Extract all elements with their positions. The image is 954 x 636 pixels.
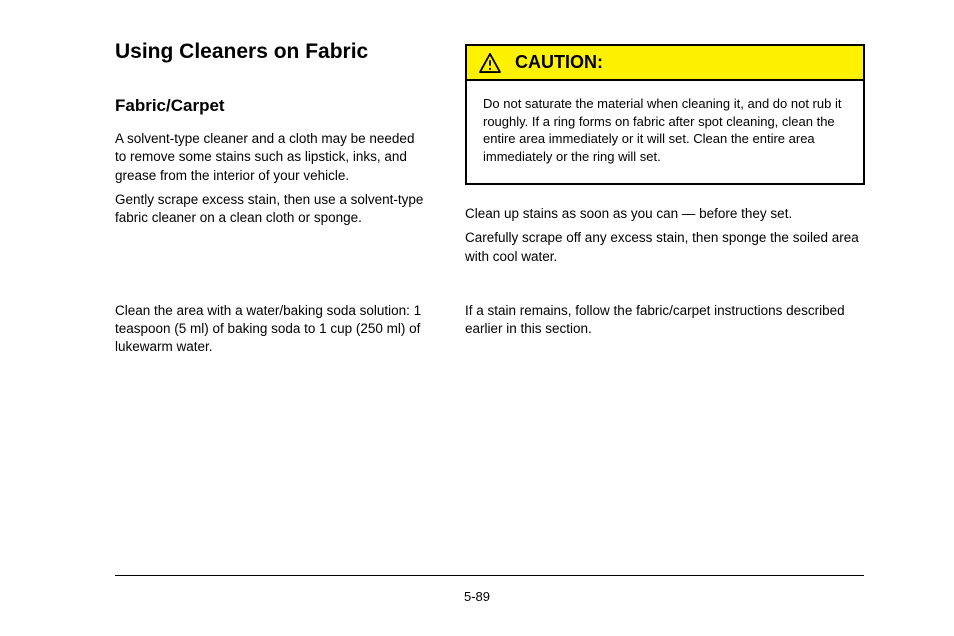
left-paragraph-2: Gently scrape excess stain, then use a s…	[115, 191, 425, 227]
subsection-heading: Fabric/Carpet	[115, 96, 425, 116]
right-column: CAUTION: Do not saturate the material wh…	[465, 40, 865, 272]
manual-page: Using Cleaners on Fabric Fabric/Carpet A…	[0, 0, 954, 357]
lower-columns: Clean the area with a water/baking soda …	[115, 302, 864, 357]
left-column: Using Cleaners on Fabric Fabric/Carpet A…	[115, 40, 425, 272]
footer-rule	[115, 575, 864, 576]
caution-text: Do not saturate the material when cleani…	[483, 95, 847, 165]
caution-body: Do not saturate the material when cleani…	[467, 81, 863, 183]
lower-right: If a stain remains, follow the fabric/ca…	[465, 302, 864, 357]
warning-triangle-icon	[479, 53, 501, 73]
left-body: A solvent-type cleaner and a cloth may b…	[115, 130, 425, 227]
right-below-caution: Clean up stains as soon as you can — bef…	[465, 205, 865, 266]
right-below-p1: Clean up stains as soon as you can — bef…	[465, 205, 865, 223]
lower-left: Clean the area with a water/baking soda …	[115, 302, 425, 357]
caution-header: CAUTION:	[467, 46, 863, 81]
caution-box: CAUTION: Do not saturate the material wh…	[465, 44, 865, 185]
left-paragraph-1: A solvent-type cleaner and a cloth may b…	[115, 130, 425, 185]
top-columns: Using Cleaners on Fabric Fabric/Carpet A…	[115, 40, 864, 272]
page-number: 5-89	[0, 589, 954, 604]
right-below-p2: Carefully scrape off any excess stain, t…	[465, 229, 865, 265]
section-heading: Using Cleaners on Fabric	[115, 40, 425, 64]
caution-title: CAUTION:	[515, 52, 603, 73]
